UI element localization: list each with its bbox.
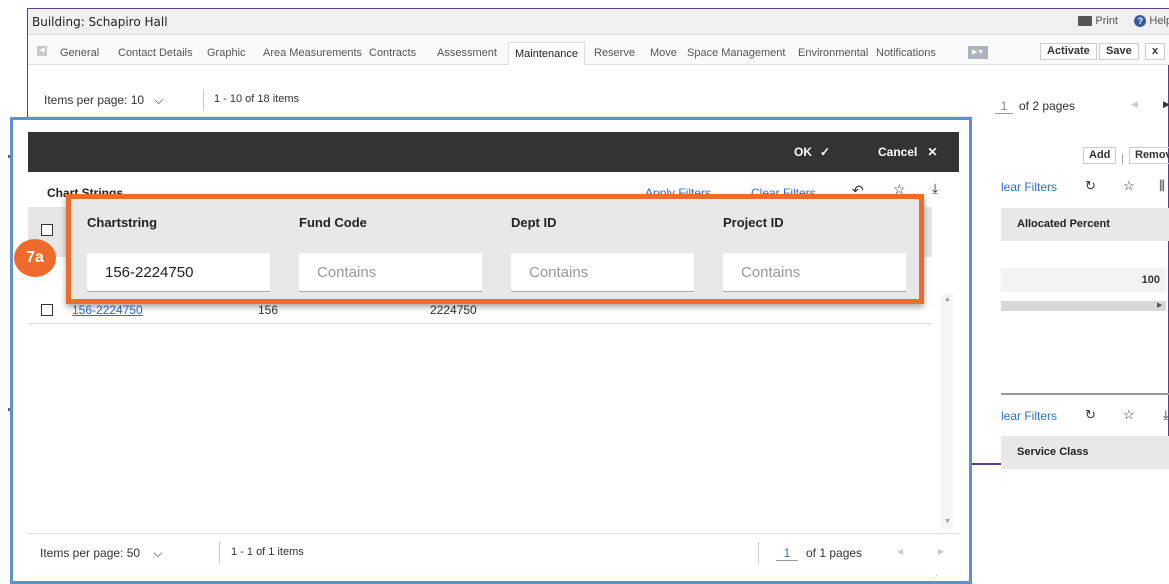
star-icon[interactable]: ☆ xyxy=(1123,178,1135,194)
printer-icon xyxy=(1078,16,1093,26)
background-pager: Items per page: 10 ⌵ 1 - 10 of 18 items xyxy=(28,83,973,117)
print-link[interactable]: Print xyxy=(1078,15,1118,27)
tab-assessment[interactable]: Assessment xyxy=(431,42,503,65)
window-title: Building: Schapiro Hall xyxy=(32,15,168,29)
allocated-percent-value: 100 xyxy=(1141,274,1160,286)
column-header-label: Allocated Percent xyxy=(1017,218,1110,230)
cancel-label: Cancel xyxy=(878,145,918,159)
table-row: 100 xyxy=(1001,268,1166,292)
refresh-icon[interactable]: ↻ xyxy=(1085,407,1096,423)
help-icon: ? xyxy=(1134,15,1147,27)
pager-range: 1 - 10 of 18 items xyxy=(214,93,299,105)
print-label: Print xyxy=(1095,15,1118,27)
column-header-fund-code[interactable]: Fund Code xyxy=(299,215,367,230)
tab-move[interactable]: Move xyxy=(644,42,683,65)
vertical-scrollbar[interactable] xyxy=(941,294,953,529)
tab-maintenance[interactable]: Maintenance xyxy=(508,42,585,65)
button-separator: | xyxy=(1121,153,1124,165)
items-per-page-select[interactable]: Items per page: 10 ⌵ xyxy=(44,93,163,108)
fund-code-cell: 156 xyxy=(258,303,279,317)
window-title-bar: Building: Schapiro Hall Print ? Help xyxy=(28,9,1169,35)
tab-scroll-right-icon[interactable]: ▶▼ xyxy=(968,46,988,59)
column-header-allocated-percent[interactable]: Allocated Percent xyxy=(1001,208,1169,241)
items-per-page-label: Items per page: 10 xyxy=(44,93,145,107)
pager-range: 1 - 1 of 1 items xyxy=(231,546,304,558)
save-button[interactable]: Save xyxy=(1099,43,1139,60)
activate-button[interactable]: Activate xyxy=(1040,43,1097,60)
ok-button[interactable]: OK ✓ xyxy=(794,145,830,159)
page-total: of 2 pages xyxy=(1019,99,1076,113)
scroll-down-icon[interactable]: ▼ xyxy=(944,518,951,525)
project-id-filter-input[interactable] xyxy=(723,253,906,292)
next-page-icon[interactable]: ▶ xyxy=(938,547,944,556)
fund-code-filter-input[interactable] xyxy=(299,253,482,292)
column-header-dept-id[interactable]: Dept ID xyxy=(511,215,557,230)
tab-bar: ◀ General Contact Details Graphic Area M… xyxy=(28,35,1169,65)
chart-strings-dialog xyxy=(10,117,972,584)
tab-space-management[interactable]: Space Management xyxy=(681,42,791,65)
items-per-page-select[interactable]: Items per page: 50 ⌵ xyxy=(40,546,163,561)
dept-id-filter-input[interactable] xyxy=(511,253,694,292)
select-all-checkbox[interactable] xyxy=(41,224,53,236)
help-label: Help xyxy=(1149,15,1169,27)
page-indicator: 1 of 1 pages xyxy=(776,546,862,561)
scroll-right-icon[interactable]: ▶ xyxy=(1157,301,1162,309)
divider xyxy=(219,542,220,564)
refresh-icon[interactable]: ↻ xyxy=(1085,178,1096,194)
close-button[interactable]: x xyxy=(1145,43,1166,60)
page-indicator: 1 of 2 pages xyxy=(995,99,1075,114)
download-icon[interactable]: ⤓ xyxy=(932,180,938,197)
tab-graphic[interactable]: Graphic xyxy=(201,42,252,65)
close-icon: ✕ xyxy=(927,145,938,159)
step-badge: 7a xyxy=(14,239,56,277)
scroll-up-icon[interactable]: ▲ xyxy=(944,296,951,303)
columns-icon[interactable]: ⫼ xyxy=(1159,178,1165,194)
chartstring-filter-input[interactable] xyxy=(87,253,270,292)
column-header-service-class[interactable]: Service Class xyxy=(1001,436,1169,469)
row-checkbox[interactable] xyxy=(41,304,53,316)
column-header-label: Service Class xyxy=(1017,446,1089,458)
items-per-page-label: Items per page: 50 xyxy=(40,546,141,560)
prev-page-icon[interactable]: ◀ xyxy=(897,547,903,556)
prev-page-icon[interactable]: ◀ xyxy=(1131,99,1138,110)
divider xyxy=(1001,393,1169,395)
horizontal-scrollbar[interactable] xyxy=(1001,301,1166,311)
column-header-project-id[interactable]: Project ID xyxy=(723,215,784,230)
page-number-input[interactable]: 1 xyxy=(995,99,1013,114)
cancel-button[interactable]: Cancel ✕ xyxy=(878,145,937,159)
tab-contact-details[interactable]: Contact Details xyxy=(112,42,199,65)
divider xyxy=(203,89,204,111)
chartstring-link[interactable]: 156-2224750 xyxy=(72,303,143,317)
dialog-pager: Items per page: 50 ⌵ 1 - 1 of 1 items 1o… xyxy=(28,533,959,571)
checkmark-icon: ✓ xyxy=(820,145,831,159)
star-icon[interactable]: ☆ xyxy=(1123,407,1135,423)
right-panel: 1 of 2 pages ◀ ▶ Add | Remove lear Filter… xyxy=(973,83,1169,469)
page-total: of 1 pages xyxy=(806,546,863,560)
download-icon[interactable]: ⤓ xyxy=(1163,407,1169,423)
tab-area-measurements[interactable]: Area Measurements xyxy=(257,42,368,65)
tab-scroll-left-icon[interactable]: ◀ xyxy=(37,46,47,56)
remove-button[interactable]: Remove xyxy=(1129,147,1169,164)
dialog-action-bar: OK ✓ Cancel ✕ xyxy=(28,132,959,172)
chevron-down-icon: ⌵ xyxy=(154,93,164,107)
page-number-input[interactable]: 1 xyxy=(776,546,798,561)
filter-header-callout: Chartstring Fund Code Dept ID Project ID xyxy=(66,194,924,304)
tab-contracts[interactable]: Contracts xyxy=(363,42,422,65)
chevron-down-icon: ⌵ xyxy=(153,546,163,560)
tab-environmental[interactable]: Environmental xyxy=(792,42,874,65)
help-link[interactable]: ? Help xyxy=(1134,15,1169,27)
tab-notifications[interactable]: Notifications xyxy=(870,42,942,65)
tab-reserve[interactable]: Reserve xyxy=(588,42,641,65)
column-header-chartstring[interactable]: Chartstring xyxy=(87,215,157,230)
tab-general[interactable]: General xyxy=(54,42,105,65)
clear-filters-link[interactable]: lear Filters xyxy=(1001,180,1057,194)
next-page-icon[interactable]: ▶ xyxy=(1163,99,1169,110)
divider xyxy=(758,542,759,564)
clear-filters-link[interactable]: lear Filters xyxy=(1001,409,1057,423)
resize-handle-icon[interactable]: ⋰ xyxy=(930,574,938,583)
ok-label: OK xyxy=(794,145,812,159)
add-button[interactable]: Add xyxy=(1083,147,1117,164)
dept-id-cell: 2224750 xyxy=(430,303,477,317)
